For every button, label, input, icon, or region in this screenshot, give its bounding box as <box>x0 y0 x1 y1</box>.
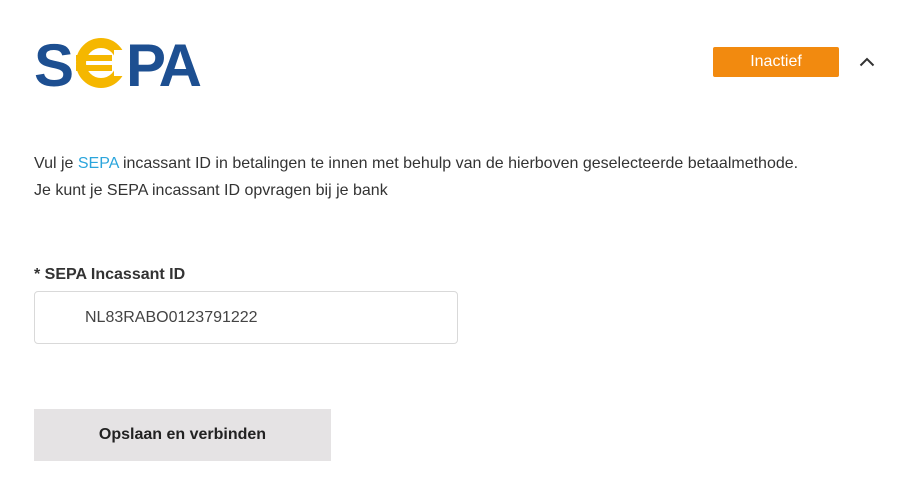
sepa-logo: S PA <box>34 32 226 99</box>
sepa-link[interactable]: SEPA <box>78 155 119 172</box>
status-badge: Inactief <box>713 47 839 77</box>
description-line-2: Je kunt je SEPA incassant ID opvragen bi… <box>34 182 388 199</box>
svg-text:PA: PA <box>126 36 201 90</box>
description-line-1: Vul je SEPA incassant ID in betalingen t… <box>34 155 799 172</box>
euro-icon <box>76 38 128 88</box>
sepa-id-label: * SEPA Incassant ID <box>34 266 186 283</box>
collapse-toggle[interactable] <box>854 50 880 74</box>
save-and-connect-button[interactable]: Opslaan en verbinden <box>34 409 331 461</box>
description: Vul je SEPA incassant ID in betalingen t… <box>34 150 894 204</box>
chevron-up-icon <box>859 57 875 67</box>
status-badge-label: Inactief <box>750 53 802 70</box>
svg-text:S: S <box>34 36 72 90</box>
sepa-id-input[interactable] <box>34 291 458 344</box>
